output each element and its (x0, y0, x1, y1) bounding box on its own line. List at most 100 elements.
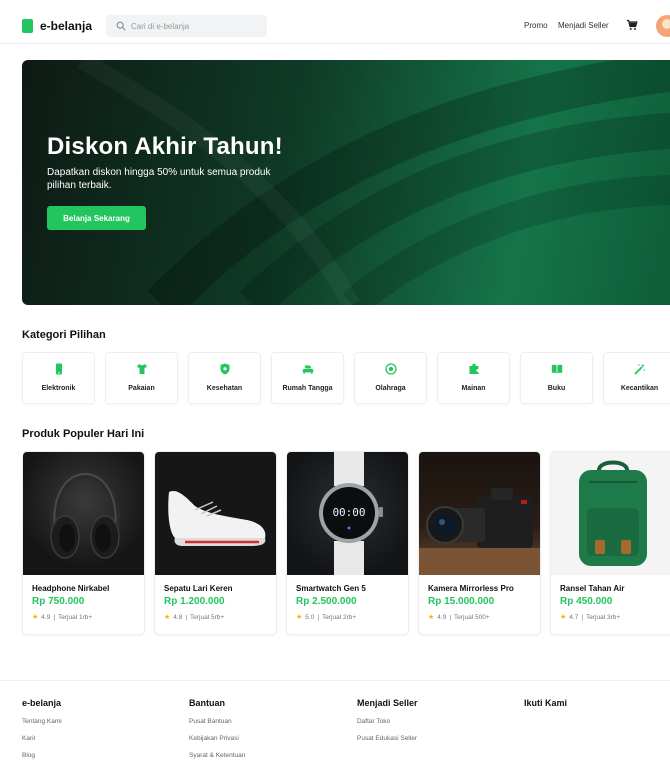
shield-icon (220, 363, 229, 375)
category-label: Olahraga (375, 385, 406, 392)
shirt-icon (136, 364, 147, 374)
logo-text: e-belanja (40, 19, 93, 33)
meta-separator: | (185, 613, 188, 621)
sofa-icon (302, 365, 313, 374)
product-card[interactable]: Sepatu Lari Keren Rp 1.200.000 ★ 4.8 | T… (154, 451, 277, 635)
meta-separator: | (449, 613, 452, 621)
nav-link-seller[interactable]: Menjadi Seller (558, 21, 609, 30)
product-price: Rp 750.000 (32, 596, 85, 607)
footer-heading: Ikuti Kami (524, 698, 568, 708)
footer-heading: Menjadi Seller (357, 698, 418, 708)
footer-link[interactable]: Daftar Toko (357, 718, 418, 725)
product-sold: Terjual 500+ (454, 613, 490, 621)
products-title: Produk Populer Hari Ini (22, 428, 145, 440)
category-label: Kesehatan (206, 385, 243, 392)
smartwatch-illustration: 00:00 (319, 452, 383, 575)
product-rating: 4.8 (173, 613, 183, 621)
star-icon: ★ (32, 614, 39, 621)
product-rating: 5.0 (305, 613, 315, 621)
category-list: Elektronik Pakaian Kesehatan Rumah Tangg… (22, 352, 670, 404)
search-bar[interactable] (106, 15, 267, 37)
backpack-illustration (579, 460, 647, 566)
category-buku[interactable]: Buku (520, 352, 593, 404)
search-icon (116, 21, 126, 31)
product-name: Ransel Tahan Air (560, 584, 625, 593)
meta-separator: | (53, 613, 56, 621)
category-label: Pakaian (128, 385, 155, 392)
category-kecantikan[interactable]: Kecantikan (603, 352, 670, 404)
product-image-smartwatch: 00:00 (287, 452, 408, 575)
product-rating: 4.9 (437, 613, 447, 621)
product-price: Rp 2.500.000 (296, 596, 357, 607)
product-meta: ★ 4.7 | Terjual 3rb+ (560, 613, 670, 622)
product-image-headphone (23, 452, 144, 575)
user-avatar[interactable] (656, 15, 670, 37)
footer-column-help: Bantuan Pusat Bantuan Kebijakan Privasi … (189, 698, 245, 759)
product-name: Headphone Nirkabel (32, 584, 110, 593)
star-icon: ★ (164, 614, 171, 621)
product-name: Sepatu Lari Keren (164, 584, 233, 593)
product-rating: 4.9 (41, 613, 51, 621)
headphone-illustration (49, 469, 121, 559)
category-mainan[interactable]: Mainan (437, 352, 510, 404)
meta-separator: | (317, 613, 320, 621)
product-meta: ★ 4.8 | Terjual 5rb+ (164, 613, 276, 622)
star-icon: ★ (560, 614, 567, 621)
category-label: Elektronik (41, 385, 76, 392)
footer-link[interactable]: Pusat Edukasi Seller (357, 735, 418, 742)
product-card[interactable]: Ransel Tahan Air Rp 450.000 ★ 4.7 | Terj… (550, 451, 670, 635)
top-nav-bar: e-belanja Promo Menjadi Seller (0, 10, 670, 44)
footer-link[interactable]: Pusat Bantuan (189, 718, 245, 725)
nav-link-promo[interactable]: Promo (524, 21, 548, 30)
product-sold: Terjual 3rb+ (586, 613, 621, 621)
category-olahraga[interactable]: Olahraga (354, 352, 427, 404)
footer-heading: e-belanja (22, 698, 62, 708)
category-kesehatan[interactable]: Kesehatan (188, 352, 261, 404)
footer-heading: Bantuan (189, 698, 225, 708)
footer-link[interactable]: Kebijakan Privasi (189, 735, 245, 742)
product-sold: Terjual 2rb+ (322, 613, 357, 621)
product-image-backpack (551, 452, 670, 575)
shop-now-button[interactable]: Belanja Sekarang (47, 206, 146, 230)
product-sold: Terjual 1rb+ (58, 613, 93, 621)
category-label: Rumah Tangga (282, 385, 333, 392)
category-rumah-tangga[interactable]: Rumah Tangga (271, 352, 344, 404)
product-rating: 4.7 (569, 613, 579, 621)
puzzle-icon (469, 363, 478, 374)
product-name: Smartwatch Gen 5 (296, 584, 366, 593)
footer: e-belanja Tentang Kami Karir Blog Bantua… (0, 680, 670, 775)
product-card[interactable]: 00:00 Smartwatch Gen 5 Rp 2.500.000 ★ 5.… (286, 451, 409, 635)
star-icon: ★ (428, 614, 435, 621)
ball-icon (384, 363, 397, 375)
product-sold: Terjual 5rb+ (190, 613, 225, 621)
footer-link[interactable]: Karir (22, 735, 62, 742)
magic-wand-icon (634, 363, 645, 375)
product-image-camera (419, 452, 540, 575)
smartphone-icon (55, 363, 62, 375)
logo[interactable]: e-belanja (22, 19, 92, 33)
star-icon: ★ (296, 614, 303, 621)
footer-link[interactable]: Blog (22, 752, 62, 759)
product-name: Kamera Mirrorless Pro (428, 584, 514, 593)
watch-time: 00:00 (332, 506, 365, 519)
search-input[interactable] (131, 21, 261, 31)
product-card[interactable]: Headphone Nirkabel Rp 750.000 ★ 4.9 | Te… (22, 451, 145, 635)
footer-column-social: Ikuti Kami (524, 698, 567, 708)
categories-title: Kategori Pilihan (22, 329, 106, 341)
product-meta: ★ 4.9 | Terjual 500+ (428, 613, 540, 622)
camera-illustration (419, 488, 540, 575)
shoe-illustration (168, 490, 266, 546)
cart-icon[interactable] (626, 19, 638, 31)
product-card[interactable]: Kamera Mirrorless Pro Rp 15.000.000 ★ 4.… (418, 451, 541, 635)
product-image-shoe (155, 452, 276, 575)
product-price: Rp 1.200.000 (164, 596, 225, 607)
footer-column-seller: Menjadi Seller Daftar Toko Pusat Edukasi… (357, 698, 418, 742)
product-meta: ★ 4.9 | Terjual 1rb+ (32, 613, 144, 622)
hero-banner: Diskon Akhir Tahun! Dapatkan diskon hing… (22, 60, 670, 305)
product-price: Rp 15.000.000 (428, 596, 495, 607)
category-pakaian[interactable]: Pakaian (105, 352, 178, 404)
category-label: Mainan (461, 385, 486, 392)
footer-link[interactable]: Tentang Kami (22, 718, 62, 725)
footer-link[interactable]: Syarat & Ketentuan (189, 752, 245, 759)
category-elektronik[interactable]: Elektronik (22, 352, 95, 404)
